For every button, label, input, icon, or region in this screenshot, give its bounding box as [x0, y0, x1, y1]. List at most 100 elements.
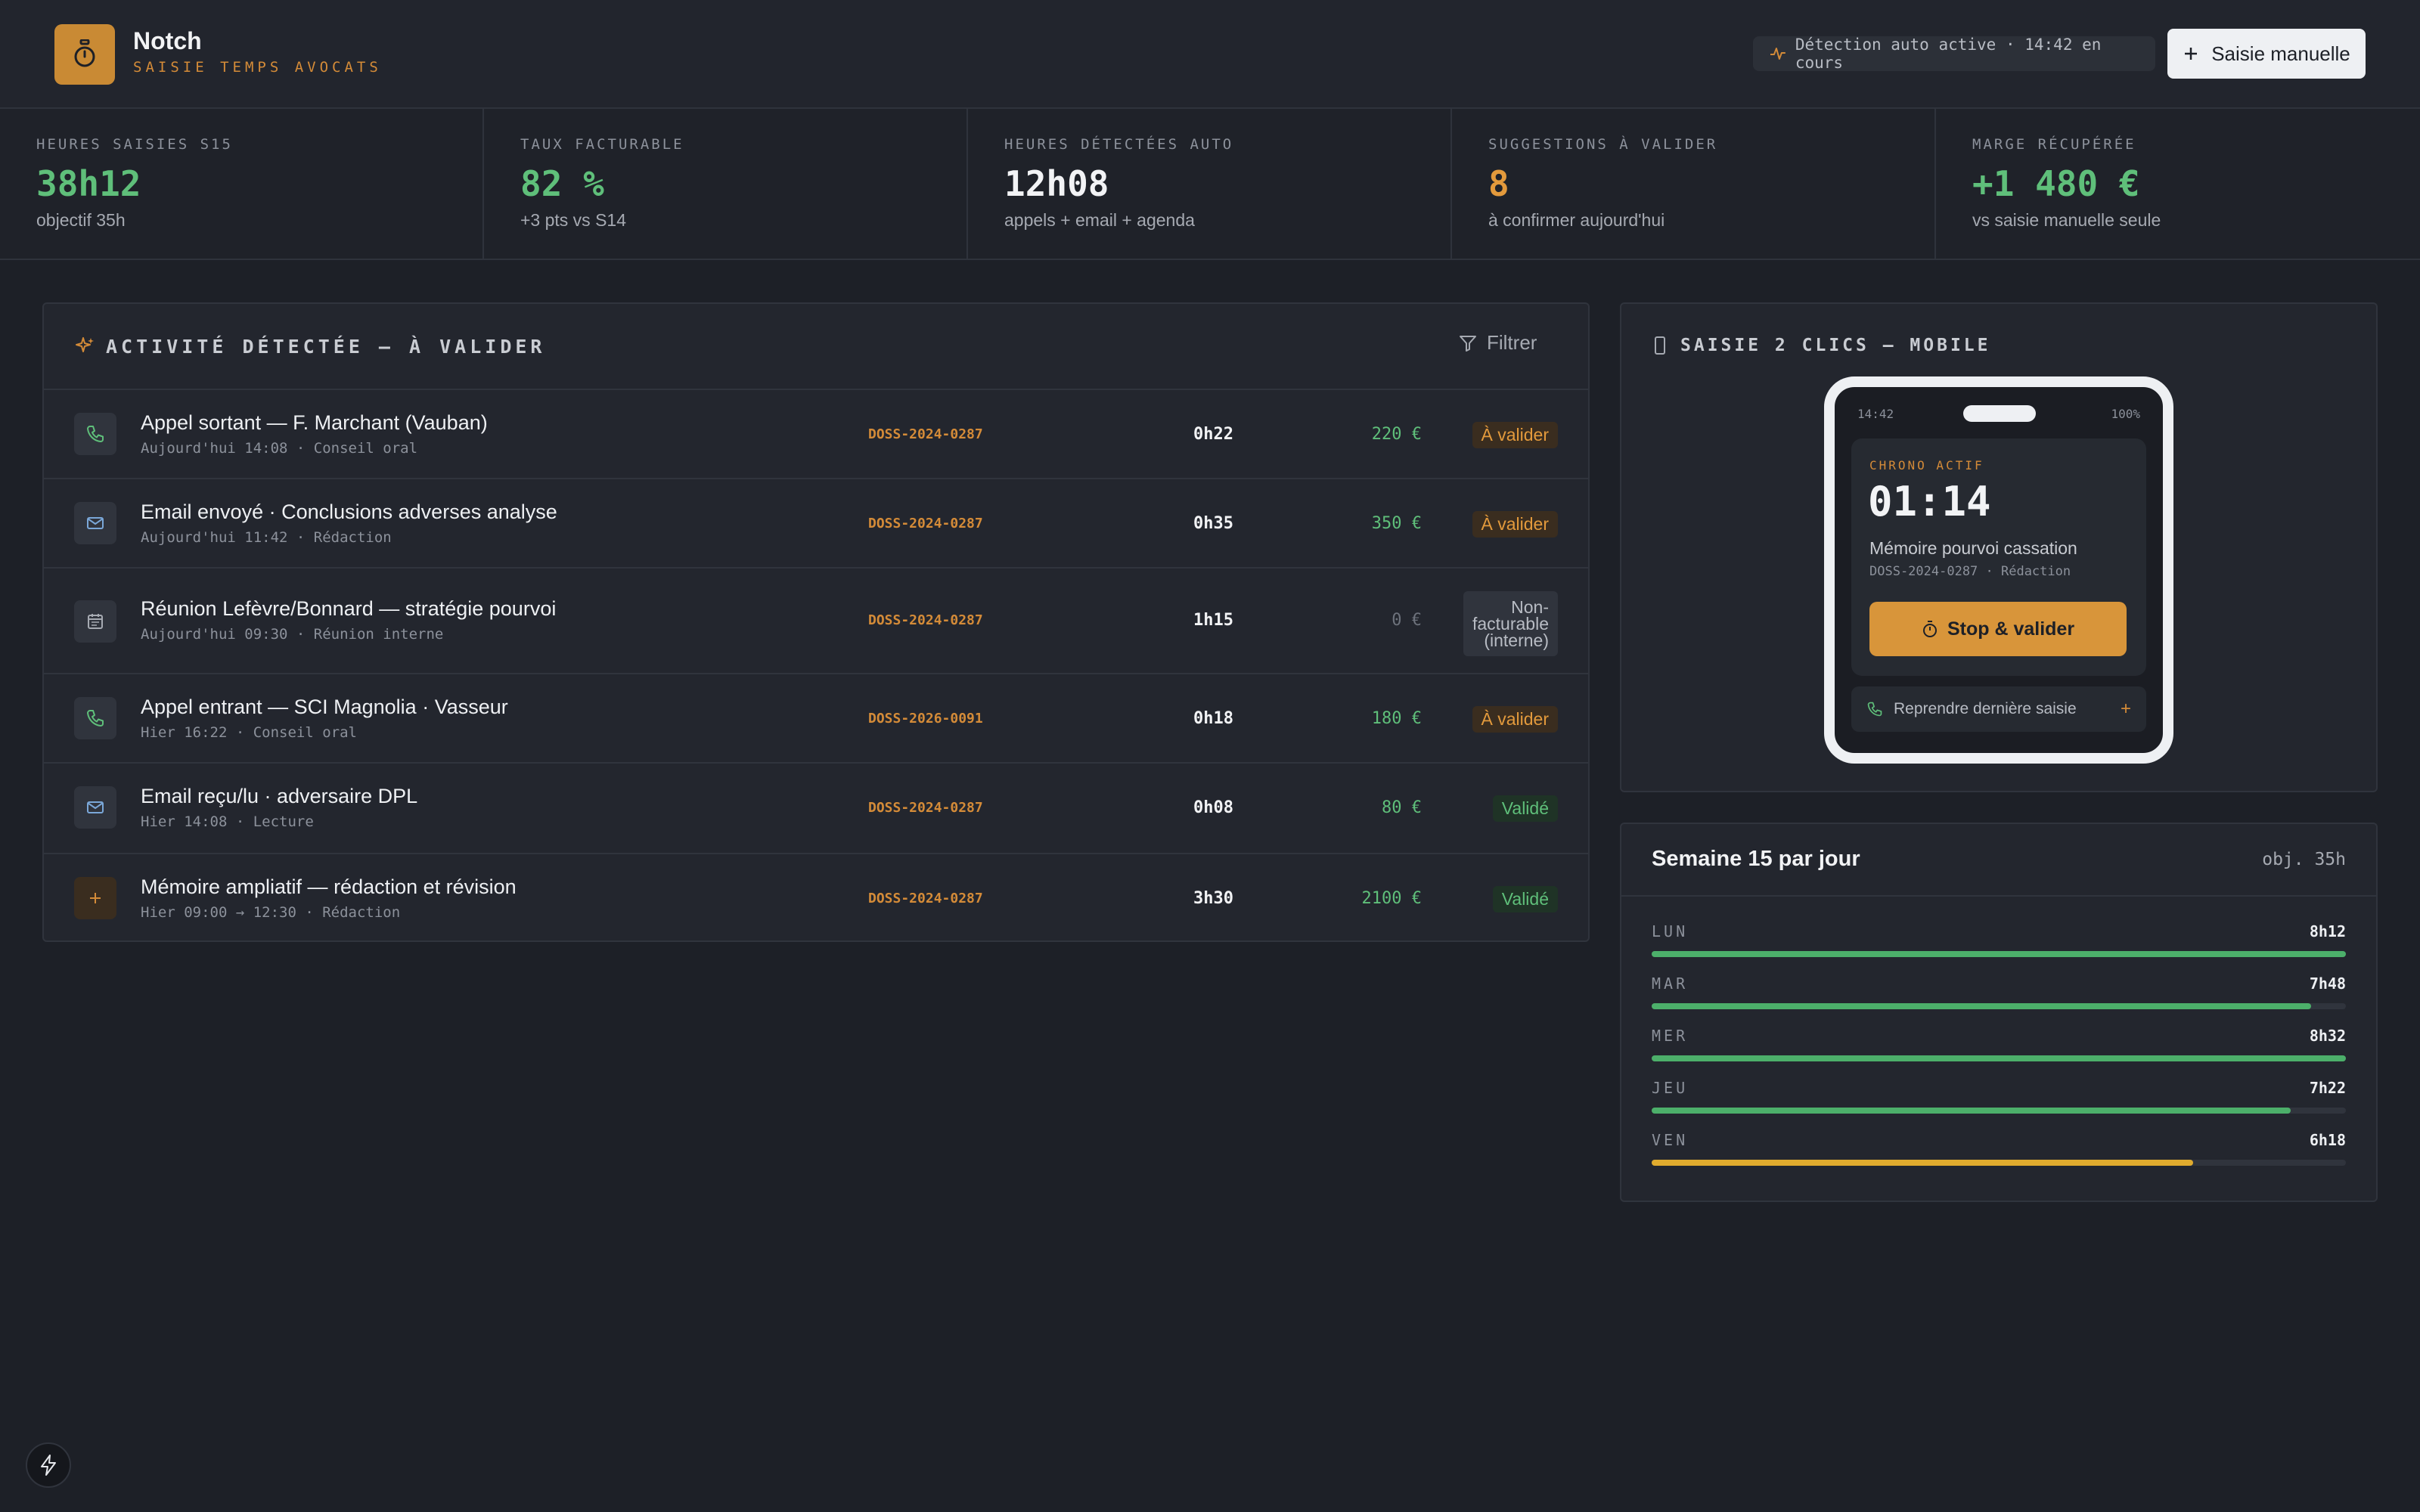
- duration: 0h35: [1193, 514, 1233, 533]
- amount: 220 €: [1371, 425, 1422, 444]
- activity-title: Appel entrant — SCI Magnolia · Vasseur: [141, 696, 508, 718]
- activity-title: Email envoyé · Conclusions adverses anal…: [141, 500, 557, 523]
- resume-last-entry-button[interactable]: Reprendre dernière saisie +: [1851, 686, 2146, 732]
- kpi-label: SUGGESTIONS À VALIDER: [1488, 136, 1718, 153]
- week-panel-header: Semaine 15 par jour obj. 35h: [1621, 824, 2376, 897]
- status-badge[interactable]: À valider: [1472, 422, 1558, 448]
- day-bar-fill: [1652, 1055, 2346, 1061]
- app-header: Notch SAISIE TEMPS AVOCATS Détection aut…: [0, 0, 2420, 109]
- day-label: JEU: [1652, 1079, 1689, 1097]
- duration: 0h22: [1193, 425, 1233, 444]
- status-badge[interactable]: Non- facturable (interne): [1463, 591, 1558, 656]
- amount: 80 €: [1382, 798, 1422, 817]
- duration: 0h08: [1193, 798, 1233, 817]
- dossier-ref[interactable]: DOSS-2024-0287: [868, 612, 983, 628]
- kpi-sub: vs saisie manuelle seule: [1972, 210, 2161, 230]
- day-value: 7h48: [2309, 974, 2346, 993]
- chrono-task-meta: DOSS-2024-0287 · Rédaction: [1869, 564, 2071, 579]
- status-badge[interactable]: À valider: [1472, 706, 1558, 733]
- day-bar-fill: [1652, 1003, 2312, 1009]
- dossier-ref[interactable]: DOSS-2024-0287: [868, 426, 983, 442]
- timer-icon: [1922, 621, 1937, 637]
- status-badge[interactable]: À valider: [1472, 511, 1558, 538]
- smartphone-icon: [1655, 336, 1665, 355]
- status-line: facturable: [1472, 614, 1549, 634]
- day-value: 8h12: [2309, 922, 2346, 940]
- resume-plus-icon[interactable]: +: [2121, 699, 2131, 720]
- kpi-sub: appels + email + agenda: [1004, 210, 1195, 230]
- stopwatch-icon: [74, 39, 95, 67]
- kpi-suggestions-to-validate: SUGGESTIONS À VALIDER 8 à confirmer aujo…: [1452, 109, 1936, 260]
- phone-icon: [1867, 702, 1882, 717]
- filter-button[interactable]: Filtrer: [1458, 331, 1537, 355]
- activity-row[interactable]: Appel sortant — F. Marchant (Vauban) Auj…: [44, 390, 1588, 479]
- kpi-value: 38h12: [36, 163, 141, 204]
- detection-status-text: Détection auto active · 14:42 en cours: [1795, 36, 2102, 72]
- dossier-ref[interactable]: DOSS-2024-0287: [868, 516, 983, 531]
- chrono-value: 01:14: [1868, 478, 1991, 525]
- day-label: VEN: [1652, 1131, 1689, 1149]
- kpi-label: HEURES DÉTECTÉES AUTO: [1004, 136, 1234, 153]
- sparkle-icon: [76, 337, 94, 352]
- phone-clock: 14:42: [1857, 407, 1894, 421]
- day-bar-fill: [1652, 1160, 2194, 1166]
- activity-row[interactable]: Mémoire ampliatif — rédaction et révisio…: [44, 854, 1588, 940]
- stop-and-validate-label: Stop & valider: [1947, 618, 2075, 640]
- status-line: (interne): [1484, 631, 1549, 650]
- activity-subtitle: Hier 09:00 → 12:30 · Rédaction: [141, 904, 401, 921]
- lightning-bolt-icon: [41, 1455, 56, 1476]
- stop-and-validate-button[interactable]: Stop & valider: [1869, 602, 2127, 656]
- phone-notch: [1963, 405, 2036, 422]
- day-bar-track: [1652, 1160, 2346, 1166]
- app-logo: [54, 24, 115, 85]
- activity-subtitle: Aujourd'hui 14:08 · Conseil oral: [141, 440, 418, 457]
- amount: 2100 €: [1361, 889, 1422, 908]
- day-bar-fill: [1652, 951, 2346, 957]
- kpi-hours-entered: HEURES SAISIES S15 38h12 objectif 35h: [0, 109, 484, 260]
- mail-icon: [74, 786, 116, 829]
- phone-battery: 100%: [2111, 407, 2140, 421]
- manual-entry-button[interactable]: Saisie manuelle: [2167, 29, 2366, 79]
- activity-row[interactable]: Appel entrant — SCI Magnolia · Vasseur H…: [44, 674, 1588, 764]
- activity-panel-title: ACTIVITÉ DÉTECTÉE — À VALIDER: [106, 336, 546, 358]
- phone-mockup: 14:42 100% CHRONO ACTIF 01:14 Mémoire po…: [1824, 376, 2173, 764]
- kpi-sub: objectif 35h: [36, 210, 126, 230]
- detection-status-pill[interactable]: Détection auto active · 14:42 en cours: [1753, 36, 2155, 72]
- activity-row[interactable]: Réunion Lefèvre/Bonnard — stratégie pour…: [44, 569, 1588, 674]
- activity-title: Réunion Lefèvre/Bonnard — stratégie pour…: [141, 597, 557, 620]
- kpi-value: 82 %: [520, 163, 604, 204]
- kpi-billable-rate: TAUX FACTURABLE 82 % +3 pts vs S14: [484, 109, 968, 260]
- duration: 3h30: [1193, 889, 1233, 908]
- resume-last-entry-label: Reprendre dernière saisie: [1894, 700, 2077, 717]
- status-line: Non-: [1511, 597, 1549, 617]
- kpi-strip: HEURES SAISIES S15 38h12 objectif 35h TA…: [0, 109, 2420, 260]
- day-bar-track: [1652, 951, 2346, 957]
- amount: 0 €: [1392, 611, 1422, 630]
- dossier-ref[interactable]: DOSS-2024-0287: [868, 891, 983, 906]
- phone-icon: [74, 697, 116, 739]
- kpi-value: 8: [1488, 163, 1509, 204]
- day-bar-track: [1652, 1003, 2346, 1009]
- activity-row[interactable]: Email envoyé · Conclusions adverses anal…: [44, 479, 1588, 569]
- kpi-sub: +3 pts vs S14: [520, 210, 626, 230]
- dossier-ref[interactable]: DOSS-2026-0091: [868, 711, 983, 727]
- kpi-label: MARGE RÉCUPÉRÉE: [1972, 136, 2136, 153]
- day-value: 8h32: [2309, 1027, 2346, 1045]
- status-badge[interactable]: Validé: [1492, 886, 1558, 912]
- plus-icon: [2185, 48, 2198, 60]
- status-badge[interactable]: Validé: [1492, 795, 1558, 822]
- quick-action-button[interactable]: [26, 1442, 71, 1488]
- dossier-ref[interactable]: DOSS-2024-0287: [868, 800, 983, 816]
- activity-title: Appel sortant — F. Marchant (Vauban): [141, 411, 488, 434]
- calendar-icon: [74, 600, 116, 643]
- kpi-label: HEURES SAISIES S15: [36, 136, 233, 153]
- kpi-label: TAUX FACTURABLE: [520, 136, 684, 153]
- amount: 350 €: [1371, 514, 1422, 533]
- day-bar-track: [1652, 1108, 2346, 1114]
- kpi-recovered-margin: MARGE RÉCUPÉRÉE +1 480 € vs saisie manue…: [1936, 109, 2420, 260]
- active-chrono-card: CHRONO ACTIF 01:14 Mémoire pourvoi cassa…: [1851, 438, 2146, 676]
- activity-row[interactable]: Email reçu/lu · adversaire DPL Hier 14:0…: [44, 764, 1588, 854]
- day-value: 7h22: [2309, 1079, 2346, 1097]
- day-label: MAR: [1652, 974, 1689, 993]
- activity-pulse-icon: [1770, 48, 1786, 60]
